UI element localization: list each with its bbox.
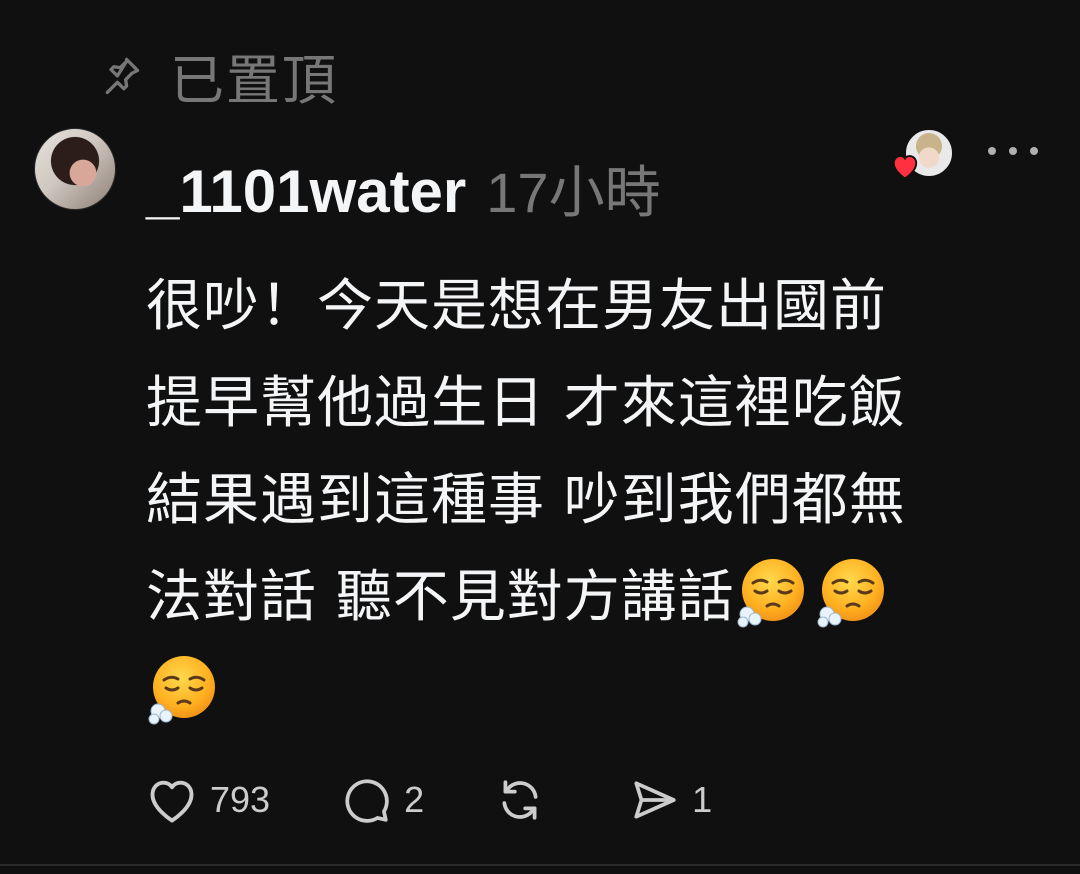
post-actions: 793 2 1 [146, 770, 782, 830]
post-timestamp: 17小時 [486, 161, 661, 224]
repost-icon [494, 775, 546, 825]
comment-count: 2 [404, 779, 425, 820]
repost-button[interactable] [494, 775, 558, 825]
share-button[interactable]: 1 [628, 775, 712, 825]
heart-icon [146, 776, 198, 824]
send-icon [628, 775, 680, 825]
post-header: _1101water 17小時 [146, 148, 661, 228]
like-count: 793 [210, 779, 271, 820]
face-exhaling-emoji [146, 653, 218, 725]
more-dot [1009, 147, 1017, 155]
post-text-line-emoji [146, 646, 1026, 743]
post-text-line: 很吵！今天是想在男友出國前 [146, 274, 887, 339]
comment-button[interactable]: 2 [340, 775, 424, 825]
avatar[interactable] [34, 128, 116, 210]
more-icon[interactable] [988, 136, 1038, 166]
face-exhaling-emoji [815, 556, 887, 628]
divider [0, 864, 1080, 866]
pin-icon [100, 53, 144, 97]
face-exhaling-emoji [735, 556, 807, 628]
username[interactable]: _1101water [146, 157, 466, 226]
post-text-line: 結果遇到這種事 吵到我們都無 [146, 468, 906, 533]
heart-icon [890, 152, 920, 184]
post-text-line-with-emoji: 法對話 聽不見對方講話 [146, 549, 1026, 646]
post-text-line: 法對話 聽不見對方講話 [146, 565, 735, 630]
more-dot [1030, 147, 1038, 155]
more-dot [988, 147, 996, 155]
post-text-line: 提早幫他過生日 才來這裡吃飯 [146, 371, 906, 436]
comment-icon [340, 775, 392, 825]
liked-by-indicator[interactable] [890, 128, 954, 184]
share-count: 1 [692, 779, 713, 820]
pinned-indicator: 已置頂 [100, 40, 338, 112]
like-button[interactable]: 793 [146, 776, 270, 824]
post-body: 很吵！今天是想在男友出國前 提早幫他過生日 才來這裡吃飯 結果遇到這種事 吵到我… [146, 258, 1026, 743]
pinned-label: 已置頂 [170, 48, 338, 112]
